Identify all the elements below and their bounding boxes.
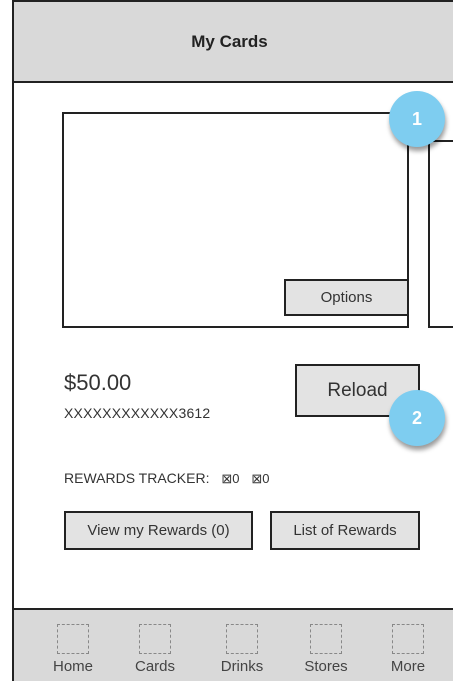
stores-icon [310, 624, 342, 654]
rewards-tracker: REWARDS TRACKER: ⊠0 ⊠0 [64, 470, 270, 487]
tab-cards[interactable]: Cards [125, 624, 185, 675]
cards-icon [139, 624, 171, 654]
tab-home-label: Home [52, 658, 93, 675]
tab-drinks[interactable]: Drinks [212, 624, 272, 675]
drinks-icon [226, 624, 258, 654]
tab-more-label: More [390, 658, 426, 675]
tab-drinks-label: Drinks [220, 658, 264, 675]
header-bar: My Cards [14, 0, 453, 83]
card-balance: $50.00 [64, 370, 132, 395]
app-frame: My Cards Options $50.00 XXXXXXXXXXXX3612… [12, 0, 453, 681]
rewards-tracker-label: REWARDS TRACKER: [64, 470, 210, 486]
tracker-count-2: ⊠0 [251, 471, 270, 486]
view-rewards-button[interactable]: View my Rewards (0) [64, 511, 253, 550]
tab-more[interactable]: More [378, 624, 438, 675]
annotation-badge-2: 2 [389, 390, 445, 446]
next-card-peek[interactable] [428, 140, 453, 328]
annotation-badge-1: 1 [389, 91, 445, 147]
more-icon [392, 624, 424, 654]
tracker-count-1: ⊠0 [221, 471, 240, 486]
card-number: XXXXXXXXXXXX3612 [64, 405, 211, 421]
options-button[interactable]: Options [284, 279, 409, 316]
home-icon [57, 624, 89, 654]
tab-cards-label: Cards [134, 658, 175, 675]
tab-home[interactable]: Home [43, 624, 103, 675]
page-title: My Cards [191, 31, 268, 51]
list-rewards-button[interactable]: List of Rewards [270, 511, 420, 550]
bottom-tab-bar: Home Cards Drinks Stores More [14, 608, 453, 681]
tab-stores-label: Stores [304, 658, 348, 675]
tab-stores[interactable]: Stores [296, 624, 356, 675]
